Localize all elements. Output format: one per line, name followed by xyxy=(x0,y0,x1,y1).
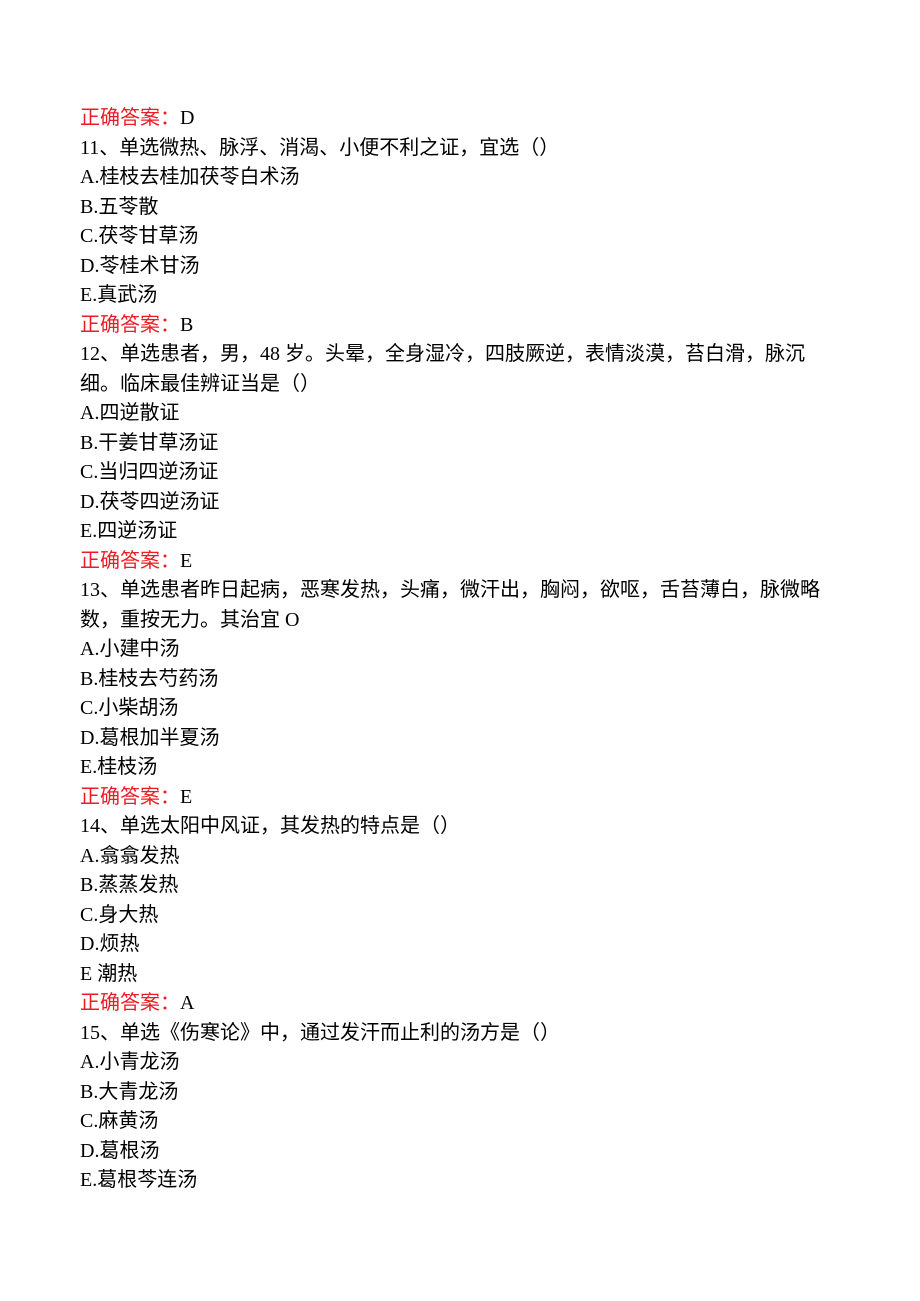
option-e: E.葛根芩连汤 xyxy=(80,1166,840,1196)
question-stem: 12、单选患者，男，48 岁。头晕，全身湿冷，四肢厥逆，表情淡漠，苔白滑，脉沉细… xyxy=(80,340,840,399)
option-c: C.茯苓甘草汤 xyxy=(80,222,840,252)
answer-line: 正确答案：E xyxy=(80,783,840,813)
question-stem: 13、单选患者昨日起病，恶寒发热，头痛，微汗出，胸闷，欲呕，舌苔薄白，脉微略数，… xyxy=(80,576,840,635)
option-e: E.桂枝汤 xyxy=(80,753,840,783)
document-page: 正确答案：D 11、单选微热、脉浮、消渴、小便不利之证，宜选（） A.桂枝去桂加… xyxy=(0,0,920,1256)
option-c: C.当归四逆汤证 xyxy=(80,458,840,488)
option-d: D.苓桂术甘汤 xyxy=(80,252,840,282)
option-b: B.五苓散 xyxy=(80,193,840,223)
option-a: A.四逆散证 xyxy=(80,399,840,429)
option-d: D.葛根加半夏汤 xyxy=(80,724,840,754)
answer-label: 正确答案： xyxy=(80,107,180,129)
option-d: D.茯苓四逆汤证 xyxy=(80,488,840,518)
answer-label: 正确答案： xyxy=(80,550,180,572)
answer-line: 正确答案：E xyxy=(80,547,840,577)
answer-value: A xyxy=(180,992,194,1014)
option-a: A.桂枝去桂加茯苓白术汤 xyxy=(80,163,840,193)
answer-value: B xyxy=(180,314,193,336)
option-c: C.身大热 xyxy=(80,901,840,931)
option-b: B.大青龙汤 xyxy=(80,1078,840,1108)
option-b: B.蒸蒸发热 xyxy=(80,871,840,901)
option-d: D.葛根汤 xyxy=(80,1137,840,1167)
answer-line: 正确答案：D xyxy=(80,104,840,134)
answer-label: 正确答案： xyxy=(80,314,180,336)
question-stem: 15、单选《伤寒论》中，通过发汗而止利的汤方是（） xyxy=(80,1019,840,1049)
answer-line: 正确答案：B xyxy=(80,311,840,341)
answer-value: E xyxy=(180,550,192,572)
option-a: A.翕翕发热 xyxy=(80,842,840,872)
option-b: B.干姜甘草汤证 xyxy=(80,429,840,459)
option-e: E.四逆汤证 xyxy=(80,517,840,547)
question-stem: 11、单选微热、脉浮、消渴、小便不利之证，宜选（） xyxy=(80,134,840,164)
answer-value: E xyxy=(180,786,192,808)
option-e: E 潮热 xyxy=(80,960,840,990)
option-a: A.小建中汤 xyxy=(80,635,840,665)
option-a: A.小青龙汤 xyxy=(80,1048,840,1078)
option-c: C.麻黄汤 xyxy=(80,1107,840,1137)
option-c: C.小柴胡汤 xyxy=(80,694,840,724)
answer-label: 正确答案： xyxy=(80,992,180,1014)
answer-value: D xyxy=(180,107,194,129)
option-d: D.烦热 xyxy=(80,930,840,960)
answer-label: 正确答案： xyxy=(80,786,180,808)
option-e: E.真武汤 xyxy=(80,281,840,311)
question-stem: 14、单选太阳中风证，其发热的特点是（） xyxy=(80,812,840,842)
option-b: B.桂枝去芍药汤 xyxy=(80,665,840,695)
answer-line: 正确答案：A xyxy=(80,989,840,1019)
